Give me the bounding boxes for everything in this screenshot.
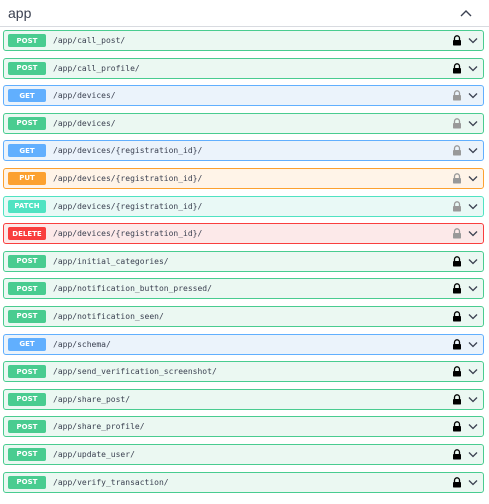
endpoint-path: /app/devices/{registration_id}/ <box>53 201 203 211</box>
method-badge: POST <box>8 475 46 489</box>
endpoint-path: /app/notification_button_pressed/ <box>53 284 212 294</box>
operation-get-row[interactable]: GET/app/schema/ <box>3 333 484 355</box>
operation-post-row[interactable]: POST/app/call_profile/ <box>3 57 484 79</box>
method-badge: POST <box>8 34 46 47</box>
operation-delete-row[interactable]: DELETE/app/devices/{registration_id}/ <box>3 223 484 245</box>
operation-post-row[interactable]: POST/app/share_post/ <box>3 388 484 410</box>
unlocked-lock-icon[interactable] <box>451 145 463 157</box>
chevron-down-icon[interactable] <box>467 476 479 488</box>
lock-icon[interactable] <box>451 35 463 47</box>
chevron-down-icon[interactable] <box>467 310 479 322</box>
lock-icon[interactable] <box>451 366 463 378</box>
chevron-down-icon[interactable] <box>467 255 479 267</box>
method-badge: GET <box>8 337 46 351</box>
chevron-down-icon[interactable] <box>467 283 479 295</box>
unlocked-lock-icon[interactable] <box>451 172 463 184</box>
method-badge: DELETE <box>8 227 46 241</box>
method-badge: PUT <box>8 171 46 185</box>
operation-post-row[interactable]: POST/app/call_post/ <box>3 30 484 51</box>
operations-list: POST/app/call_post/POST/app/call_profile… <box>3 30 484 499</box>
endpoint-path: /app/devices/{registration_id}/ <box>53 146 203 156</box>
operation-post-row[interactable]: POST/app/verify_transaction/ <box>3 471 484 493</box>
chevron-down-icon[interactable] <box>467 200 479 212</box>
endpoint-path: /app/devices/{registration_id}/ <box>53 229 203 239</box>
endpoint-path: /app/initial_categories/ <box>53 256 169 266</box>
method-badge: GET <box>8 144 46 158</box>
unlocked-lock-icon[interactable] <box>451 228 463 240</box>
endpoint-path: /app/update_user/ <box>53 449 135 459</box>
lock-icon[interactable] <box>451 62 463 74</box>
method-badge: POST <box>8 420 46 434</box>
unlocked-lock-icon[interactable] <box>451 117 463 129</box>
chevron-down-icon[interactable] <box>467 90 479 102</box>
chevron-down-icon[interactable] <box>467 117 479 129</box>
method-badge: PATCH <box>8 199 46 213</box>
method-badge: GET <box>8 89 46 103</box>
operation-post-row[interactable]: POST/app/update_user/ <box>3 443 484 465</box>
chevron-down-icon[interactable] <box>467 35 479 47</box>
chevron-down-icon[interactable] <box>467 62 479 74</box>
method-badge: POST <box>8 365 46 379</box>
lock-icon[interactable] <box>451 310 463 322</box>
operation-post-row[interactable]: POST/app/share_profile/ <box>3 416 484 438</box>
operation-get-row[interactable]: GET/app/devices/{registration_id}/ <box>3 140 484 162</box>
chevron-down-icon[interactable] <box>467 172 479 184</box>
endpoint-path: /app/notification_seen/ <box>53 311 164 321</box>
unlocked-lock-icon[interactable] <box>451 90 463 102</box>
lock-icon[interactable] <box>451 448 463 460</box>
section-title: app <box>8 5 32 21</box>
method-badge: POST <box>8 254 46 268</box>
endpoint-path: /app/devices/ <box>53 91 116 101</box>
lock-icon[interactable] <box>451 283 463 295</box>
unlocked-lock-icon[interactable] <box>451 200 463 212</box>
endpoint-path: /app/devices/{registration_id}/ <box>53 173 203 183</box>
chevron-down-icon[interactable] <box>467 448 479 460</box>
chevron-up-icon[interactable] <box>459 6 473 20</box>
endpoint-path: /app/verify_transaction/ <box>53 477 169 487</box>
endpoint-path: /app/share_post/ <box>53 394 131 404</box>
operation-put-row[interactable]: PUT/app/devices/{registration_id}/ <box>3 167 484 189</box>
lock-icon[interactable] <box>451 255 463 267</box>
lock-icon[interactable] <box>451 421 463 433</box>
chevron-down-icon[interactable] <box>467 145 479 157</box>
lock-icon[interactable] <box>451 393 463 405</box>
chevron-down-icon[interactable] <box>467 393 479 405</box>
endpoint-path: /app/call_post/ <box>53 36 126 45</box>
operation-get-row[interactable]: GET/app/devices/ <box>3 85 484 107</box>
chevron-down-icon[interactable] <box>467 338 479 350</box>
lock-icon[interactable] <box>451 476 463 488</box>
method-badge: POST <box>8 392 46 406</box>
operation-post-row[interactable]: POST/app/initial_categories/ <box>3 250 484 272</box>
operation-post-row[interactable]: POST/app/send_verification_screenshot/ <box>3 361 484 383</box>
endpoint-path: /app/devices/ <box>53 118 116 128</box>
chevron-down-icon[interactable] <box>467 421 479 433</box>
endpoint-path: /app/share_profile/ <box>53 422 145 432</box>
endpoint-path: /app/schema/ <box>53 339 111 349</box>
endpoint-path: /app/send_verification_screenshot/ <box>53 367 217 377</box>
endpoint-path: /app/call_profile/ <box>53 63 140 73</box>
operation-patch-row[interactable]: PATCH/app/devices/{registration_id}/ <box>3 195 484 217</box>
operation-post-row[interactable]: POST/app/notification_seen/ <box>3 305 484 327</box>
chevron-down-icon[interactable] <box>467 366 479 378</box>
method-badge: POST <box>8 309 46 323</box>
chevron-down-icon[interactable] <box>467 228 479 240</box>
operation-post-row[interactable]: POST/app/devices/ <box>3 112 484 134</box>
method-badge: POST <box>8 447 46 461</box>
section-header-app[interactable]: app <box>0 0 489 27</box>
method-badge: POST <box>8 61 46 75</box>
method-badge: POST <box>8 282 46 296</box>
lock-icon[interactable] <box>451 338 463 350</box>
operation-post-row[interactable]: POST/app/notification_button_pressed/ <box>3 278 484 300</box>
method-badge: POST <box>8 116 46 130</box>
